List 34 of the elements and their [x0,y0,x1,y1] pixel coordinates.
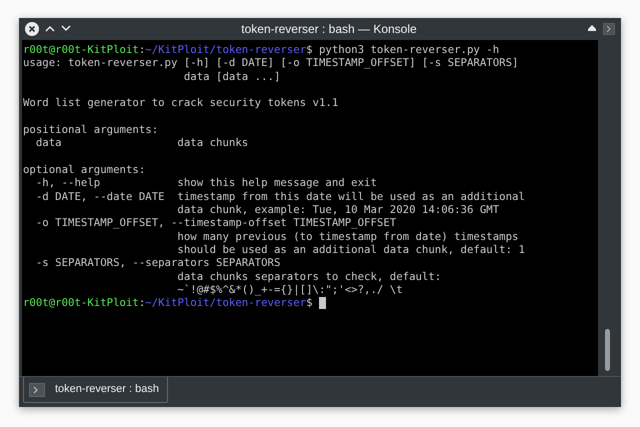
output-line: Word list generator to crack security tokens v1.1 [23,96,338,110]
output-line: data chunk, example: Tue, 10 Mar 2020 14:06:36 GMT [176,203,500,216]
chevron-down-icon[interactable] [61,25,71,32]
prompt-separator: : [138,42,146,56]
output-line: -d DATE, --date DATE timestamp from this date will be used as an additional [34,190,525,203]
prompt-symbol: $ [306,296,313,310]
output-line: usage: token-reverser.py [-h] [-d DATE] [-o TIMESTAMP_OFFSET] [-s SEPARATORS] [23,56,518,70]
output-line: -s SEPARATORS, --separators SEPARATORS [34,256,280,270]
window-title: token-reverser : bash — Konsole [241,22,417,36]
output-line: -h, --help show this help message and exit [34,176,377,190]
output-line: how many previous (to timestamp from date) timestamps [176,230,518,243]
terminal-area[interactable] [22,40,598,376]
output-line: optional arguments: [23,163,146,176]
terminal-icon [29,382,45,396]
prompt-symbol: $ [306,42,313,56]
prompt-user-host: r00t@r00t-KitPloit [23,42,139,56]
prompt-path: ~/KitPloit/token-reverser [145,296,306,310]
output-line: -o TIMESTAMP_OFFSET, --timestamp-offset TIMESTAMP_OFFSET [34,216,396,230]
output-line: data data chunks [34,136,248,150]
chevron-up-icon[interactable] [45,25,55,32]
close-icon[interactable] [25,22,39,36]
prompt-user-host: r00t@r00t-KitPloit [23,296,139,310]
output-line: positional arguments: [23,123,158,136]
prompt-separator: : [138,296,146,310]
scrollbar-thumb[interactable] [604,329,610,371]
output-line: data chunks separators to check, default: [176,270,442,283]
menu-toggle-icon[interactable] [603,22,615,35]
prompt-path: ~/KitPloit/token-reverser [145,42,306,56]
output-line: should be used as an additional data chunk, default: 1 [176,243,525,256]
command-text: python3 token-reverser.py -h [319,42,500,56]
tab[interactable]: token-reverser : bash [23,377,168,403]
output-line: ~`!@#$%^&*()_+-={}|[]\:";'<>?,./ \t [176,283,403,296]
keep-above-icon[interactable] [587,24,597,34]
output-line: data [data ...] [182,70,280,83]
